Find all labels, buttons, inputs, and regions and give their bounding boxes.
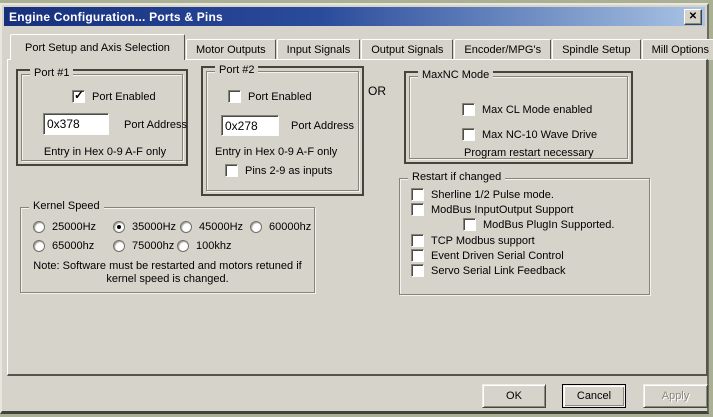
radio-icon[interactable] xyxy=(113,221,125,233)
port2-enabled-checkbox[interactable]: Port Enabled xyxy=(228,90,312,103)
port1-group-title: Port #1 xyxy=(30,67,73,79)
port2-group: Port #2 Port Enabled Port Address Entry … xyxy=(206,71,359,191)
maxnc-wave-checkbox[interactable]: Max NC-10 Wave Drive xyxy=(462,128,597,141)
port2-address-input[interactable] xyxy=(221,115,279,136)
restart-option-event-serial[interactable]: Event Driven Serial Control xyxy=(411,249,564,262)
radio-icon[interactable] xyxy=(33,221,45,233)
checkbox-icon[interactable] xyxy=(462,128,475,141)
port2-pins-label: Pins 2-9 as inputs xyxy=(245,165,332,177)
checkbox-icon[interactable] xyxy=(411,203,424,216)
tab-strip: Port Setup and Axis Selection Motor Outp… xyxy=(10,35,713,60)
maxnc-cl-label: Max CL Mode enabled xyxy=(482,104,592,116)
close-button[interactable]: ✕ xyxy=(684,9,702,25)
checkbox-icon[interactable] xyxy=(411,234,424,247)
kernel-radio-25000[interactable]: 25000Hz xyxy=(33,221,96,233)
restart-option-servo-serial[interactable]: Servo Serial Link Feedback xyxy=(411,264,566,277)
port1-enabled-checkbox[interactable]: Port Enabled xyxy=(72,90,156,103)
checkbox-icon[interactable] xyxy=(462,103,475,116)
kernel-speed-group: Kernel Speed 25000Hz 35000Hz 45000Hz 600… xyxy=(20,207,315,293)
checkbox-icon[interactable] xyxy=(72,90,85,103)
tab-output-signals[interactable]: Output Signals xyxy=(361,39,453,60)
engine-configuration-dialog: Engine Configuration... Ports & Pins ✕ P… xyxy=(0,3,709,414)
port2-pins-checkbox[interactable]: Pins 2-9 as inputs xyxy=(225,164,332,177)
radio-icon[interactable] xyxy=(177,240,189,252)
restart-group-title: Restart if changed xyxy=(408,171,505,183)
title-bar[interactable]: Engine Configuration... Ports & Pins ✕ xyxy=(4,7,705,26)
checkbox-icon[interactable] xyxy=(228,90,241,103)
checkbox-icon[interactable] xyxy=(225,164,238,177)
maxnc-group-title: MaxNC Mode xyxy=(418,69,493,81)
kernel-radio-45000[interactable]: 45000Hz xyxy=(180,221,243,233)
maxnc-note: Program restart necessary xyxy=(464,147,594,159)
maxnc-wave-label: Max NC-10 Wave Drive xyxy=(482,129,597,141)
close-icon: ✕ xyxy=(689,12,697,22)
tab-port-setup[interactable]: Port Setup and Axis Selection xyxy=(10,34,185,60)
checkbox-icon[interactable] xyxy=(411,188,424,201)
checkbox-icon[interactable] xyxy=(411,264,424,277)
checkbox-icon[interactable] xyxy=(463,218,476,231)
cancel-button[interactable]: Cancel xyxy=(562,384,626,408)
port1-address-label: Port Address xyxy=(124,119,187,131)
radio-icon[interactable] xyxy=(113,240,125,252)
tab-encoder-mpgs[interactable]: Encoder/MPG's xyxy=(454,39,551,60)
maxnc-cl-checkbox[interactable]: Max CL Mode enabled xyxy=(462,103,592,116)
checkbox-icon[interactable] xyxy=(411,249,424,262)
kernel-radio-100khz[interactable]: 100khz xyxy=(177,240,231,252)
tab-input-signals[interactable]: Input Signals xyxy=(277,39,361,60)
restart-option-sherline[interactable]: Sherline 1/2 Pulse mode. xyxy=(411,188,554,201)
tab-mill-options[interactable]: Mill Options xyxy=(642,39,713,60)
window-title: Engine Configuration... Ports & Pins xyxy=(9,10,223,24)
kernel-radio-75000[interactable]: 75000hz xyxy=(113,240,174,252)
port1-enabled-label: Port Enabled xyxy=(92,91,156,103)
port1-hex-hint: Entry in Hex 0-9 A-F only xyxy=(22,146,188,158)
restart-group: Restart if changed Sherline 1/2 Pulse mo… xyxy=(399,178,650,295)
restart-option-tcp-modbus[interactable]: TCP Modbus support xyxy=(411,234,535,247)
radio-icon[interactable] xyxy=(180,221,192,233)
screen: Engine Configuration... Ports & Pins ✕ P… xyxy=(0,0,713,417)
port2-address-label: Port Address xyxy=(291,120,354,132)
restart-option-modbus-io[interactable]: ModBus InputOutput Support xyxy=(411,203,573,216)
kernel-radio-60000[interactable]: 60000hz xyxy=(250,221,311,233)
maxnc-group: MaxNC Mode Max CL Mode enabled Max NC-10… xyxy=(409,76,628,159)
tab-spindle-setup[interactable]: Spindle Setup xyxy=(552,39,641,60)
kernel-note-line2: kernel speed is changed. xyxy=(21,273,314,285)
kernel-radio-65000[interactable]: 65000hz xyxy=(33,240,94,252)
port2-group-title: Port #2 xyxy=(215,64,258,76)
kernel-radio-35000[interactable]: 35000Hz xyxy=(113,221,176,233)
port2-hex-hint: Entry in Hex 0-9 A-F only xyxy=(215,146,337,158)
port2-frame: Port #2 Port Enabled Port Address Entry … xyxy=(201,66,364,196)
radio-icon[interactable] xyxy=(250,221,262,233)
kernel-speed-group-title: Kernel Speed xyxy=(29,200,104,212)
port1-frame: Port #1 Port Enabled Port Address Entry … xyxy=(16,69,188,166)
maxnc-frame: MaxNC Mode Max CL Mode enabled Max NC-10… xyxy=(404,71,633,164)
or-label: OR xyxy=(368,84,386,98)
apply-button: Apply xyxy=(643,384,708,408)
ok-button[interactable]: OK xyxy=(482,384,546,408)
port1-group: Port #1 Port Enabled Port Address Entry … xyxy=(21,74,183,161)
restart-option-modbus-plugin[interactable]: ModBus PlugIn Supported. xyxy=(463,218,614,231)
tab-motor-outputs[interactable]: Motor Outputs xyxy=(186,39,276,60)
port1-address-input[interactable] xyxy=(43,113,109,135)
kernel-note-line1: Note: Software must be restarted and mot… xyxy=(21,260,314,272)
radio-icon[interactable] xyxy=(33,240,45,252)
port2-enabled-label: Port Enabled xyxy=(248,91,312,103)
